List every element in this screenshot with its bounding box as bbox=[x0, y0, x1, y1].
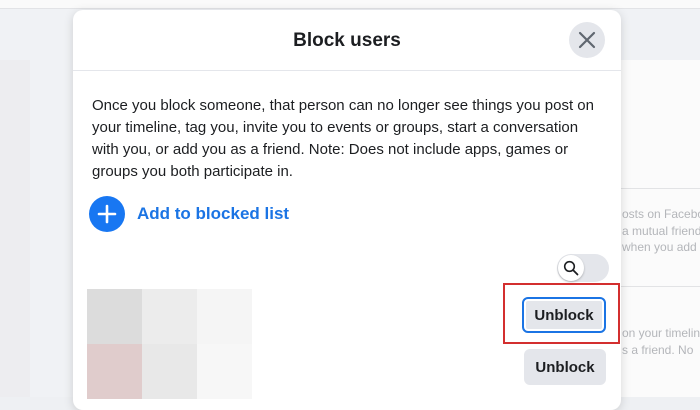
add-to-blocked-list-label: Add to blocked list bbox=[137, 204, 290, 223]
avatar-pixel bbox=[87, 289, 142, 344]
add-button-circle bbox=[89, 196, 125, 232]
background-divider bbox=[620, 188, 700, 189]
search-icon bbox=[563, 260, 579, 276]
close-button[interactable] bbox=[569, 22, 605, 58]
avatar-pixel bbox=[197, 344, 252, 399]
unblock-button[interactable]: Unblock bbox=[524, 349, 606, 385]
background-topbar bbox=[0, 0, 700, 9]
dialog-description: Once you block someone, that person can … bbox=[92, 97, 594, 180]
background-text: on your timelin bbox=[622, 326, 700, 340]
background-left-panel bbox=[0, 60, 30, 397]
close-icon bbox=[578, 31, 596, 49]
background-text: a mutual friend bbox=[622, 224, 700, 238]
avatar-pixel bbox=[87, 344, 142, 399]
background-text: osts on Faceboo bbox=[622, 207, 700, 221]
background-divider bbox=[620, 286, 700, 287]
avatar-pixel bbox=[142, 344, 197, 399]
blocked-user-avatar-pixelated bbox=[87, 289, 252, 399]
background-text: s a friend. No bbox=[622, 343, 694, 357]
avatar-pixel bbox=[142, 289, 197, 344]
dialog-header: Block users bbox=[73, 10, 621, 71]
plus-icon bbox=[97, 204, 117, 224]
toggle-knob bbox=[558, 255, 584, 281]
search-toggle[interactable] bbox=[557, 254, 609, 282]
avatar-pixel bbox=[197, 289, 252, 344]
unblock-button[interactable]: Unblock bbox=[522, 297, 606, 333]
dialog-title: Block users bbox=[293, 30, 401, 51]
background-text: when you add bbox=[622, 240, 697, 254]
add-to-blocked-list-button[interactable]: Add to blocked list bbox=[89, 196, 289, 232]
